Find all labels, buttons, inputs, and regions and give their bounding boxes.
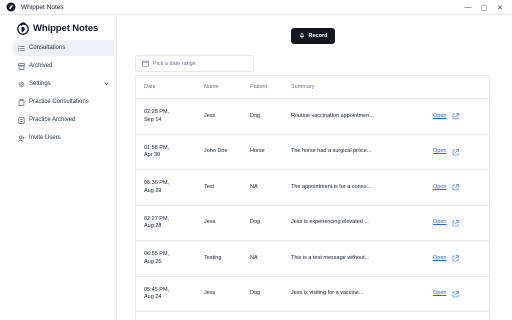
external-link-icon[interactable] bbox=[452, 241, 460, 276]
table-row[interactable]: 01:58 PM, Apr 30 John Doe Horse The horse… bbox=[136, 135, 489, 170]
date-cell: 06:55 PM, Aug 25 bbox=[144, 251, 170, 265]
column-header-summary[interactable]: Summary bbox=[291, 76, 315, 99]
chevron-down-icon[interactable] bbox=[103, 80, 110, 87]
main-content: Record Date Name Patient Summary 02:28 P… bbox=[118, 16, 512, 320]
archive-icon bbox=[18, 62, 25, 70]
sidebar-item-archived[interactable]: Archived bbox=[13, 58, 114, 74]
external-link-icon[interactable] bbox=[452, 135, 460, 170]
date-cell: 06:36 PM, Aug 29 bbox=[144, 180, 170, 194]
sidebar-item-label: Invite Users bbox=[29, 135, 61, 141]
title-bar: Whippet Notes — ▢ ✕ bbox=[0, 0, 512, 15]
calendar-icon bbox=[142, 60, 149, 67]
window-controls: — ▢ ✕ bbox=[460, 0, 508, 15]
sidebar-item-practice-consultations[interactable]: Practice Consultations bbox=[13, 94, 114, 110]
record-button[interactable]: Record bbox=[291, 28, 335, 44]
gear-icon bbox=[18, 81, 25, 87]
minimize-button[interactable]: — bbox=[460, 0, 476, 15]
name-cell: Testing bbox=[204, 254, 222, 261]
sidebar: Whippet Notes Consultations Archived Set… bbox=[0, 16, 117, 320]
summary-cell: Jess is visiting for a vaccine... bbox=[291, 290, 364, 297]
table-row[interactable]: 06:55 PM, Aug 25 Testing NA This is a tes… bbox=[136, 241, 489, 277]
sidebar-item-consultations[interactable]: Consultations bbox=[13, 40, 114, 56]
table-row[interactable]: 02:27 PM, Aug 28 Jess Dog Jess is experie… bbox=[136, 206, 489, 241]
name-cell: Jess bbox=[204, 290, 216, 297]
sidebar-item-label: Practice Consultations bbox=[29, 99, 89, 105]
name-cell: Jess bbox=[204, 219, 216, 226]
maximize-button[interactable]: ▢ bbox=[476, 0, 492, 15]
sidebar-item-label: Settings bbox=[29, 81, 51, 87]
consultations-table: Date Name Patient Summary 02:28 PM, Sep 1… bbox=[135, 75, 490, 320]
summary-cell: The horse had a surgical proce... bbox=[291, 148, 372, 155]
table-row[interactable]: 05:45 PM, Aug 24 Jess Dog Jess is visitin… bbox=[136, 277, 489, 312]
date-cell: 01:58 PM, Apr 30 bbox=[144, 144, 170, 159]
patient-cell: NA bbox=[250, 254, 258, 261]
microphone-icon bbox=[299, 33, 304, 39]
patient-cell: Horse bbox=[250, 148, 265, 155]
window-title: Whippet Notes bbox=[21, 3, 64, 11]
date-range-input[interactable] bbox=[153, 60, 248, 67]
date-cell: 05:45 PM, Aug 24 bbox=[144, 286, 170, 301]
sidebar-item-invite-users[interactable]: Invite Users bbox=[13, 130, 114, 146]
clipboard-icon bbox=[18, 98, 25, 106]
list-icon bbox=[18, 45, 25, 51]
sidebar-item-label: Archived bbox=[29, 63, 53, 69]
table-row[interactable]: 02:28 PM, Sep 14 Jess Dog Routine vaccina… bbox=[136, 99, 489, 135]
sidebar-item-label: Practice Archived bbox=[29, 117, 76, 123]
record-button-label: Record bbox=[308, 33, 328, 39]
sidebar-item-settings[interactable]: Settings bbox=[13, 76, 114, 92]
date-cell: 02:28 PM, Sep 14 bbox=[144, 109, 170, 123]
user-plus-icon bbox=[18, 135, 25, 142]
patient-cell: Dog bbox=[250, 112, 261, 119]
patient-cell: NA bbox=[250, 183, 258, 190]
sidebar-nav: Consultations Archived Settings Practice… bbox=[13, 40, 114, 148]
sidebar-item-label: Consultations bbox=[29, 45, 66, 51]
external-link-icon[interactable] bbox=[452, 170, 460, 205]
name-cell: Jess bbox=[204, 112, 216, 119]
summary-cell: Routine vaccination appointmen... bbox=[291, 112, 374, 119]
app-logo-icon bbox=[6, 2, 16, 12]
summary-cell: This is a test message without... bbox=[291, 254, 370, 261]
external-link-icon[interactable] bbox=[452, 99, 460, 134]
name-cell: Test bbox=[204, 183, 215, 190]
close-button[interactable]: ✕ bbox=[492, 0, 508, 15]
patient-cell: Dog bbox=[250, 290, 261, 297]
sidebar-item-practice-archived[interactable]: Practice Archived bbox=[13, 112, 114, 128]
summary-cell: The appointment is for a consu... bbox=[291, 183, 372, 190]
name-cell: John Doe bbox=[204, 148, 228, 155]
column-header-date[interactable]: Date bbox=[144, 76, 156, 99]
external-link-icon[interactable] bbox=[452, 277, 460, 312]
brand: Whippet Notes bbox=[17, 21, 98, 35]
summary-cell: Jess is experiencing elevated ... bbox=[291, 219, 369, 226]
external-link-icon[interactable] bbox=[452, 206, 460, 241]
table-row[interactable]: 06:36 PM, Aug 29 Test NA The appointment … bbox=[136, 170, 489, 206]
whippet-logo-icon bbox=[17, 22, 29, 35]
brand-name: Whippet Notes bbox=[33, 22, 99, 34]
column-header-patient[interactable]: Patient bbox=[250, 76, 267, 99]
patient-cell: Dog bbox=[250, 219, 261, 226]
date-range-picker[interactable] bbox=[135, 55, 254, 72]
archive-icon bbox=[18, 116, 25, 124]
column-header-name[interactable]: Name bbox=[204, 76, 219, 99]
date-cell: 02:27 PM, Aug 28 bbox=[144, 215, 170, 230]
table-header: Date Name Patient Summary bbox=[136, 76, 489, 99]
